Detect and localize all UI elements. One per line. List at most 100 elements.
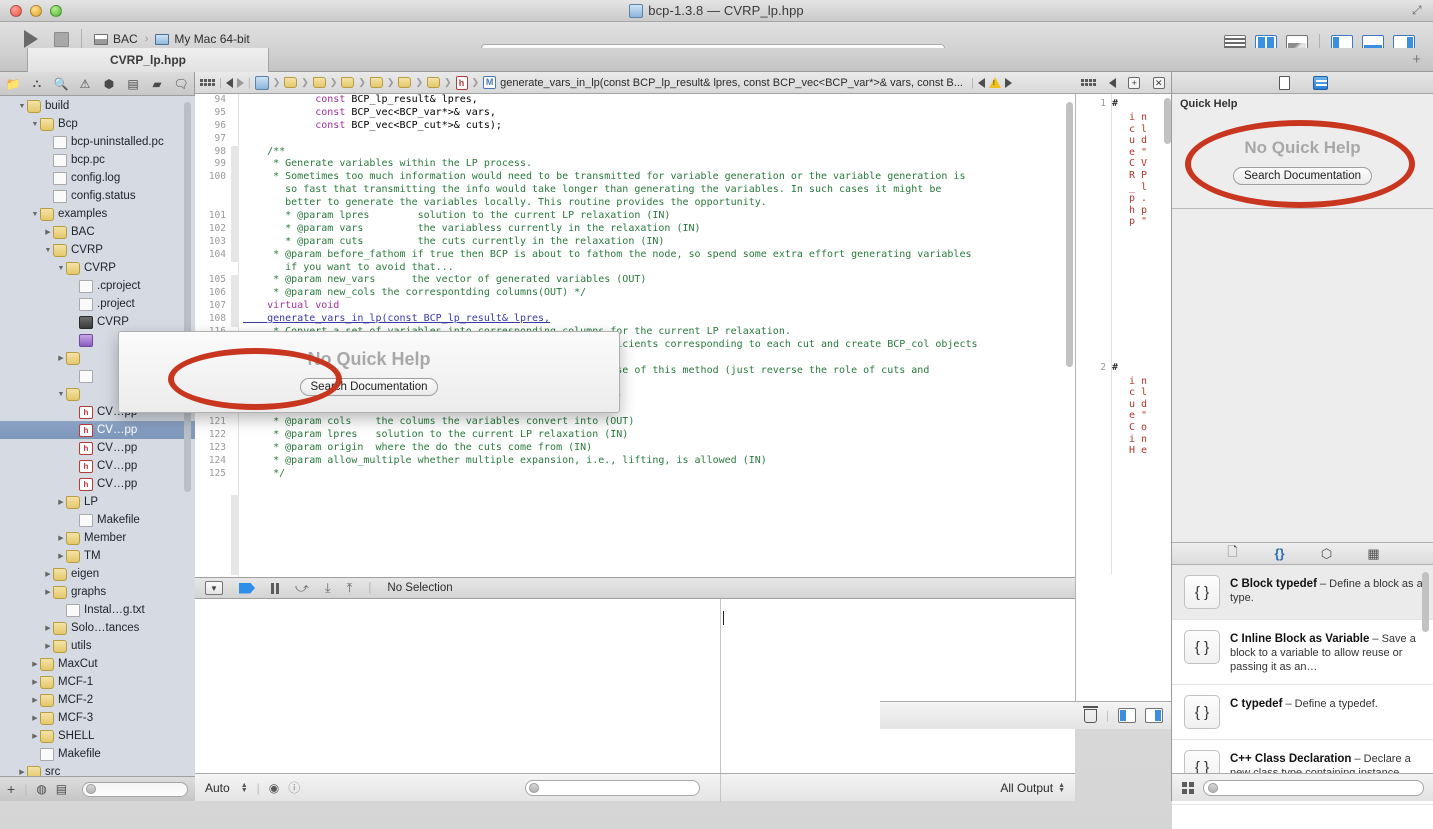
code-line[interactable]: so fast that transmitting the info would… (243, 184, 1073, 197)
step-out-icon[interactable]: ⤒ (347, 580, 353, 596)
disclosure-triangle-icon[interactable]: ▶ (43, 624, 53, 632)
code-line[interactable]: const BCP_lp_result& lpres, (243, 94, 1073, 107)
disclosure-triangle-icon[interactable]: ▶ (30, 732, 40, 740)
tree-row[interactable]: ▶MaxCut (0, 655, 195, 673)
tree-row[interactable]: ▶Solo…tances (0, 619, 195, 637)
scheme-selector[interactable]: BAC › My Mac 64-bit (94, 32, 250, 46)
tree-row[interactable]: ▶eigen (0, 565, 195, 583)
tree-row[interactable]: ▶SHELL (0, 727, 195, 745)
jump-forward-button[interactable] (237, 78, 244, 88)
search-documentation-button[interactable]: Search Documentation (1233, 167, 1372, 185)
code-line[interactable]: * @param vars the variabless currently i… (243, 223, 1073, 236)
tree-row[interactable]: ▼Bcp (0, 115, 195, 133)
debug-console-area[interactable] (195, 599, 1075, 773)
source-control-filter-icon[interactable]: ▤ (56, 782, 67, 796)
previous-issue-button[interactable] (978, 78, 985, 88)
assistant-close-pane-button[interactable]: ✕ (1153, 77, 1165, 89)
disclosure-triangle-icon[interactable]: ▼ (56, 391, 66, 398)
project-file-tree[interactable]: ▼build▼Bcpbcp-uninstalled.pcbcp.pcconfig… (0, 96, 195, 776)
media-library-icon[interactable]: ▦ (1365, 546, 1383, 562)
disclosure-triangle-icon[interactable]: ▶ (56, 534, 66, 542)
step-over-icon[interactable]: ⤻ (295, 580, 309, 596)
disclosure-triangle-icon[interactable]: ▼ (17, 103, 27, 110)
code-line[interactable]: * @param cuts the cuts currently in the … (243, 236, 1073, 249)
breakpoint-navigator-icon[interactable]: ▰ (150, 77, 164, 91)
library-filter-field[interactable] (1203, 780, 1424, 796)
step-into-icon[interactable]: ⤓ (325, 580, 331, 596)
breadcrumb-folder-icon-6[interactable] (427, 77, 440, 88)
breadcrumb-folder-icon-3[interactable] (341, 77, 354, 88)
tree-row[interactable]: ▼examples (0, 205, 195, 223)
tree-row[interactable]: .project (0, 295, 195, 313)
tree-row[interactable]: Makefile (0, 745, 195, 763)
file-inspector-icon[interactable] (1277, 75, 1293, 90)
tree-row[interactable]: bcp-uninstalled.pc (0, 133, 195, 151)
add-file-button[interactable]: + (7, 781, 15, 797)
disclosure-triangle-icon[interactable]: ▶ (30, 660, 40, 668)
disclosure-triangle-icon[interactable]: ▶ (30, 714, 40, 722)
code-line[interactable]: generate_vars_in_lp(const BCP_lp_result&… (243, 313, 1073, 326)
navigator-filter-field[interactable] (82, 782, 188, 797)
tree-row[interactable]: bcp.pc (0, 151, 195, 169)
log-navigator-icon[interactable]: 🗨 (174, 77, 188, 91)
breadcrumb-symbol-icon[interactable]: M (483, 76, 496, 89)
code-line[interactable] (243, 133, 1073, 146)
grid-icon[interactable] (1182, 782, 1194, 794)
tree-row[interactable]: .cproject (0, 277, 195, 295)
debug-navigator-icon[interactable]: ▤ (126, 77, 140, 91)
filter-clear-icon[interactable] (86, 784, 96, 794)
console-output-selector[interactable]: All Output ▲▼ (1000, 781, 1065, 795)
recent-files-filter-icon[interactable]: ◍ (36, 782, 46, 796)
source-code-text[interactable]: const BCP_lp_result& lpres, const BCP_ve… (243, 94, 1073, 481)
tree-row[interactable]: hCV…pp (0, 439, 195, 457)
project-navigator-icon[interactable]: 📁 (6, 77, 20, 91)
tree-row[interactable]: ▼build (0, 97, 195, 115)
stop-button[interactable] (54, 32, 69, 47)
quick-help-inspector-icon[interactable] (1313, 75, 1329, 90)
quick-help-popover[interactable]: No Quick Help Search Documentation (118, 331, 620, 413)
hide-debug-area-button[interactable]: ▼ (205, 581, 223, 595)
file-template-library-icon[interactable]: 🗋 (1224, 546, 1242, 562)
trash-icon[interactable] (1084, 709, 1097, 723)
disclosure-triangle-icon[interactable]: ▼ (30, 121, 40, 128)
tree-row[interactable]: ▶graphs (0, 583, 195, 601)
assistant-scrollbar[interactable] (1164, 98, 1171, 144)
code-line[interactable]: * @param cols the colums the variables c… (243, 416, 1073, 429)
issue-navigator-icon[interactable]: ⚠ (78, 77, 92, 91)
disclosure-triangle-icon[interactable]: ▶ (43, 642, 53, 650)
tree-row[interactable]: ▶MCF-2 (0, 691, 195, 709)
code-line[interactable]: * @param new_vars the vector of generate… (243, 274, 1073, 287)
code-line[interactable]: * Sometimes too much information would n… (243, 171, 1073, 184)
jump-back-button[interactable] (226, 78, 233, 88)
code-line[interactable]: better to generate the variables locally… (243, 197, 1073, 210)
code-line[interactable]: if you want to avoid that... (243, 262, 1073, 275)
disclosure-triangle-icon[interactable]: ▶ (43, 570, 53, 578)
info-icon[interactable]: ⓘ (288, 779, 300, 796)
pause-button[interactable] (271, 583, 279, 594)
add-tab-button[interactable]: + (1412, 52, 1421, 67)
snippet-list-item[interactable]: { }C typedef – Define a typedef. (1172, 685, 1433, 740)
breadcrumb-folder-icon-4[interactable] (370, 77, 383, 88)
tree-row[interactable]: ▼CVRP (0, 259, 195, 277)
breadcrumb-folder-icon-2[interactable] (313, 77, 326, 88)
code-line[interactable]: */ (243, 468, 1073, 481)
code-line[interactable]: * Generate variables within the LP proce… (243, 158, 1073, 171)
disclosure-triangle-icon[interactable]: ▼ (56, 265, 66, 272)
assistant-back-button[interactable] (1109, 78, 1116, 88)
breadcrumb-file-icon[interactable]: h (456, 76, 468, 90)
disclosure-triangle-icon[interactable]: ▼ (43, 247, 53, 254)
tab-cvrp-lp-hpp[interactable]: CVRP_lp.hpp (27, 48, 269, 72)
disclosure-triangle-icon[interactable]: ▶ (56, 354, 66, 362)
breakpoints-toggle-icon[interactable] (239, 583, 255, 594)
tree-row[interactable]: hCV…pp (0, 475, 195, 493)
search-navigator-icon[interactable]: 🔍 (54, 77, 68, 91)
variable-scope-selector[interactable]: Auto (205, 781, 230, 795)
show-console-view-button[interactable] (1145, 708, 1163, 723)
fullscreen-icon[interactable]: ⤢ (1412, 4, 1425, 17)
tree-row[interactable]: hCV…pp (0, 421, 195, 439)
breadcrumb-symbol-label[interactable]: generate_vars_in_lp(const BCP_lp_result&… (500, 77, 963, 89)
tree-row[interactable]: ▶Member (0, 529, 195, 547)
code-line[interactable]: const BCP_vec<BCP_cut*>& cuts); (243, 120, 1073, 133)
tree-row[interactable]: hCV…pp (0, 457, 195, 475)
disclosure-triangle-icon[interactable]: ▶ (17, 768, 27, 776)
